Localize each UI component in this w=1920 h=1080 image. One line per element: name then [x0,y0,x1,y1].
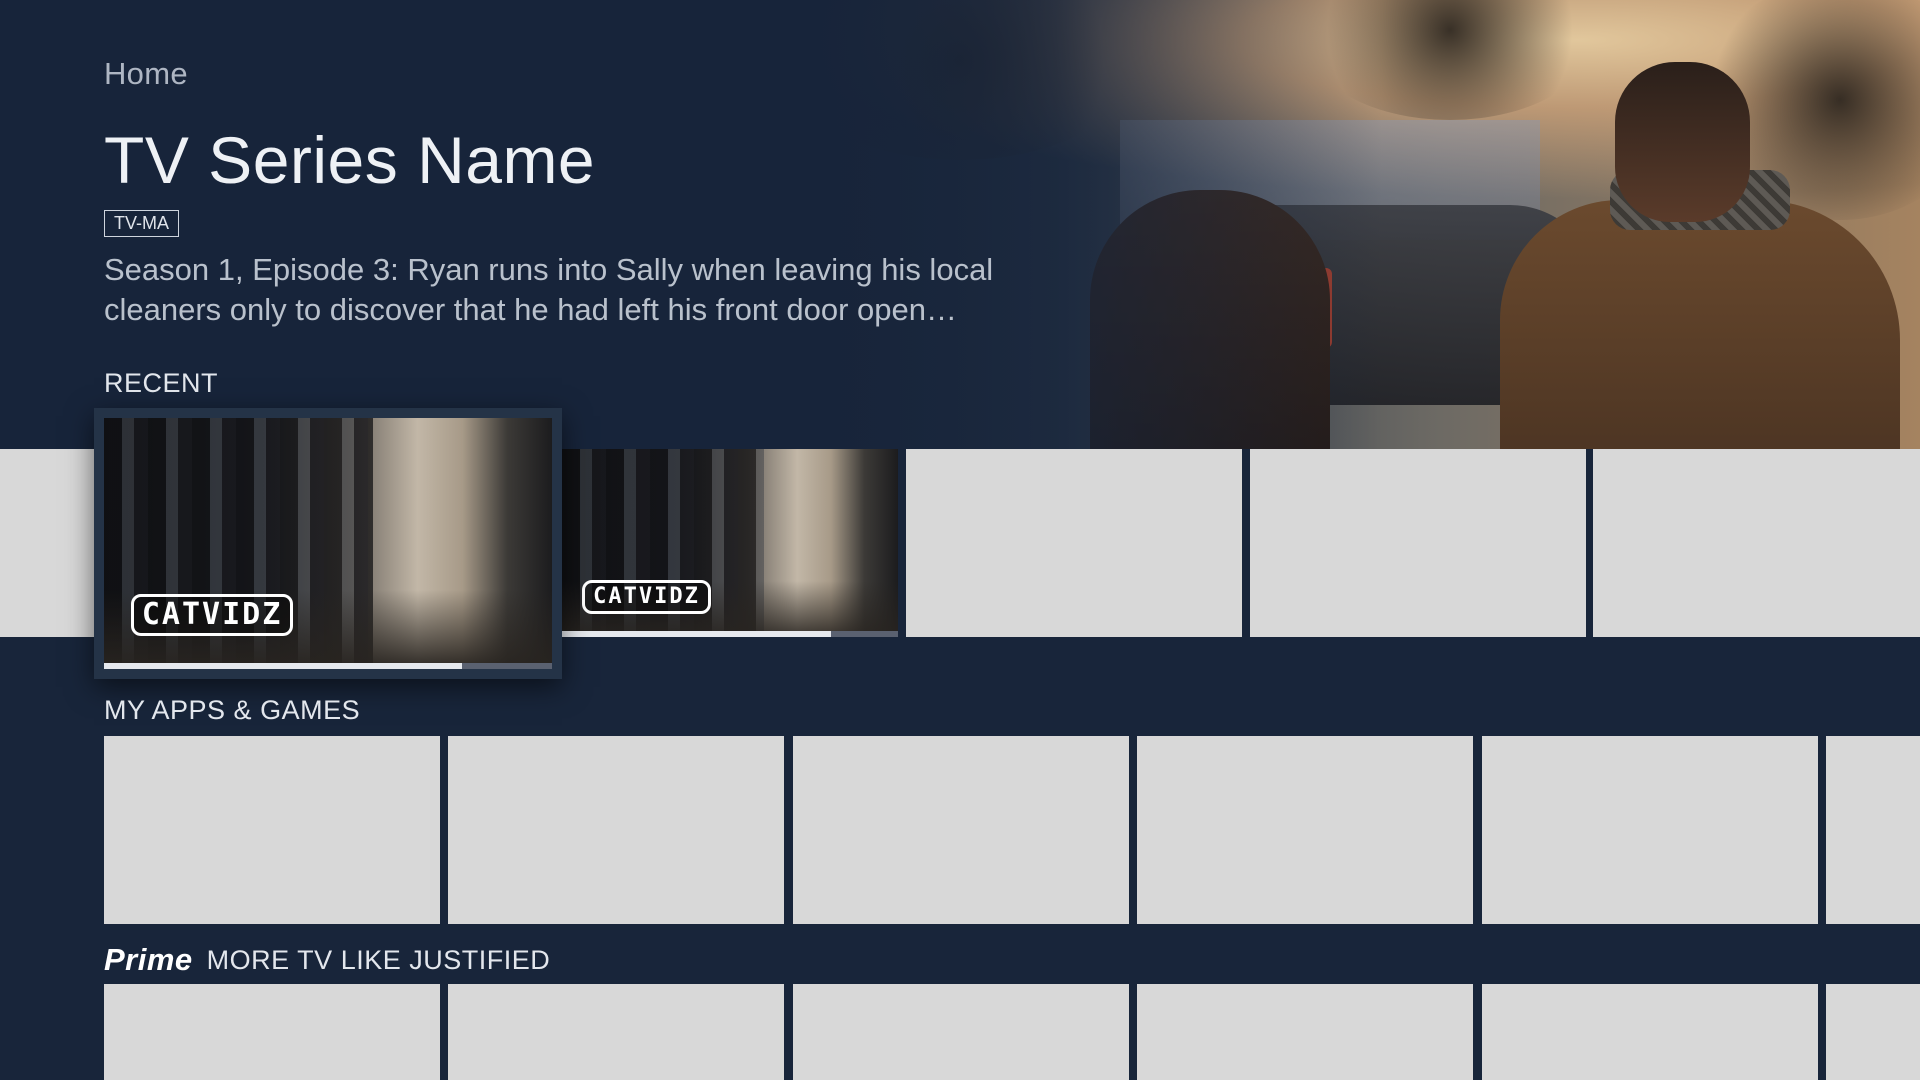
recent-tile[interactable] [906,449,1242,637]
prime-logo: Prime [104,942,193,977]
recent-tile-partial[interactable] [0,449,94,637]
progress-bar-fill [562,631,831,637]
video-thumbnail: CATVIDZ [104,418,552,663]
app-tile[interactable] [1137,736,1473,924]
breadcrumb: Home [104,56,188,91]
hero-background-image [0,0,1920,449]
progress-bar-fill [104,663,463,669]
app-tile[interactable] [1482,736,1818,924]
episode-description: Season 1, Episode 3: Ryan runs into Sall… [104,252,994,327]
prime-tile[interactable] [104,984,440,1080]
section-title-prime: Prime MORE TV LIKE JUSTIFIED [104,942,550,978]
app-tile[interactable] [448,736,784,924]
section-title-prime-label: MORE TV LIKE JUSTIFIED [206,944,551,975]
prime-tile[interactable] [1137,984,1473,1080]
prime-tile-partial[interactable] [1826,984,1920,1080]
progress-bar [562,631,898,637]
prime-tile[interactable] [1482,984,1818,1080]
app-tile[interactable] [104,736,440,924]
catvidz-logo: CATVIDZ [582,580,711,615]
recent-tile-catvidz-focused[interactable]: CATVIDZ [94,408,562,679]
catvidz-logo: CATVIDZ [130,594,294,637]
section-title-recent: RECENT [104,368,219,398]
progress-bar [104,663,552,669]
prime-tile[interactable] [448,984,784,1080]
recent-tile[interactable] [1250,449,1586,637]
page-title: TV Series Name [104,123,596,197]
app-tile[interactable] [793,736,1129,924]
app-tile-partial[interactable] [1826,736,1920,924]
section-title-apps: MY APPS & GAMES [104,695,361,725]
recent-tile-catvidz[interactable]: CATVIDZ [562,449,898,637]
recent-tile[interactable] [1593,449,1920,637]
prime-tile[interactable] [793,984,1129,1080]
rating-badge: TV-MA [104,210,180,237]
